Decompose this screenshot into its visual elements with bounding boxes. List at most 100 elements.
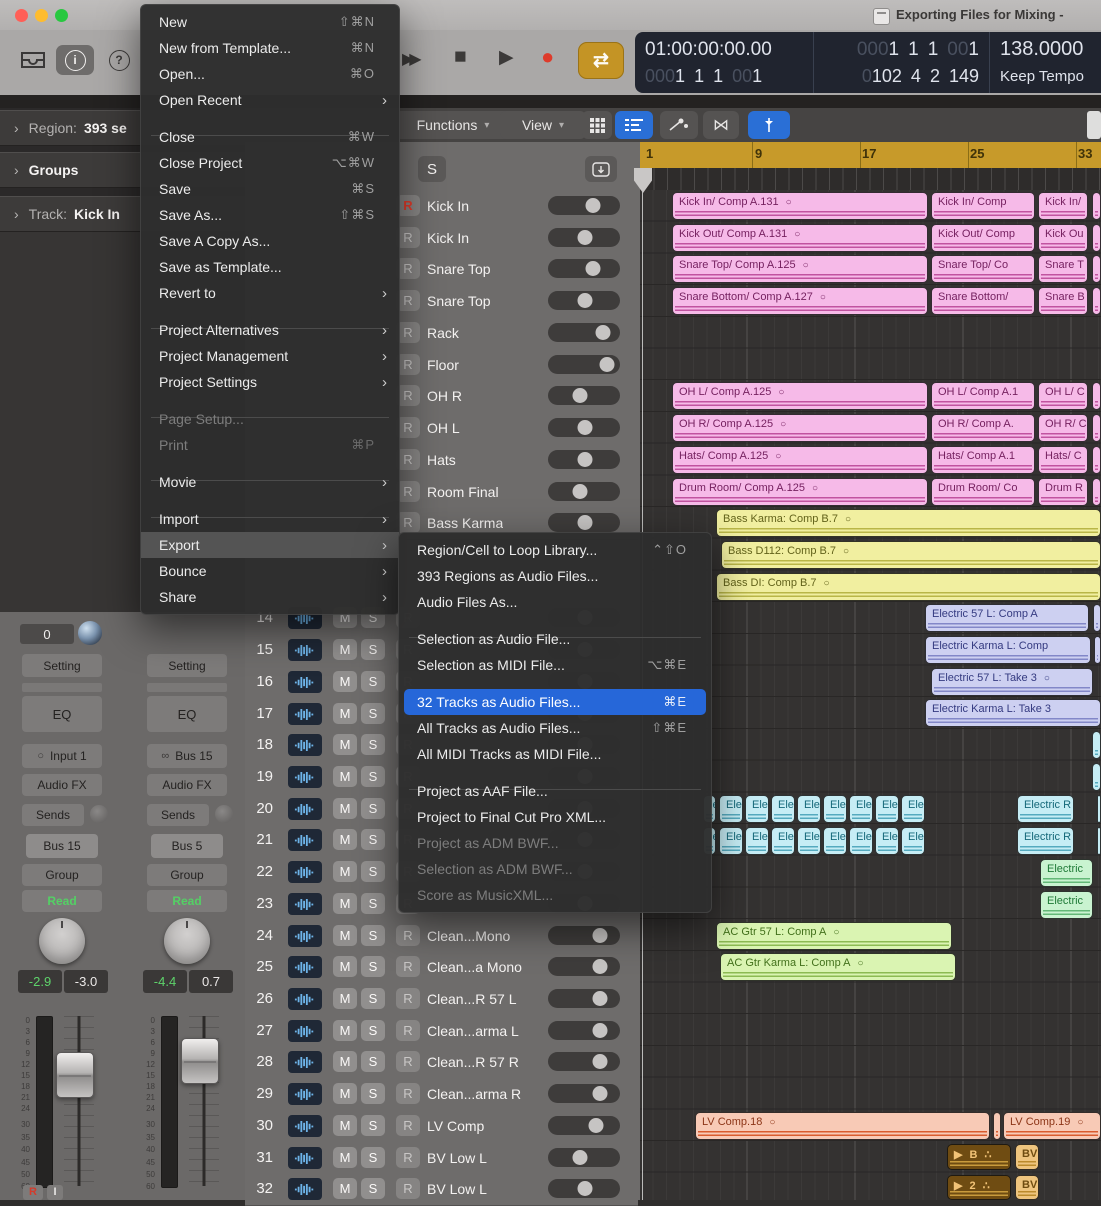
volume-slider[interactable]: [548, 291, 620, 310]
track-name[interactable]: Clean...R 57 R: [427, 1054, 519, 1070]
input-monitor-button[interactable]: I: [47, 1185, 63, 1200]
track-name[interactable]: Bass Karma: [427, 515, 503, 531]
slider-knob[interactable]: [585, 198, 600, 213]
record-enable-button[interactable]: R: [396, 1020, 420, 1041]
menu-item[interactable]: Export ›: [141, 532, 399, 558]
track-name[interactable]: BV Low L: [427, 1181, 487, 1197]
menu-item[interactable]: Share ›: [141, 584, 399, 610]
record-arm-button[interactable]: R: [23, 1185, 43, 1200]
menu-item[interactable]: Save A Copy As...: [141, 228, 399, 254]
slider-knob[interactable]: [578, 1181, 593, 1196]
pan-knob[interactable]: [39, 918, 85, 964]
menu-item[interactable]: Project as ADM BWF...: [399, 830, 711, 856]
track-row[interactable]: 29 M S R Clean...arma R: [245, 1078, 638, 1111]
menu-item[interactable]: [399, 615, 711, 626]
menu-item[interactable]: Region/Cell to Loop Library... ⌃⇧O: [399, 537, 711, 563]
mute-button[interactable]: M: [333, 639, 357, 660]
mute-button[interactable]: M: [333, 703, 357, 724]
menu-item[interactable]: Page Setup...: [141, 406, 399, 432]
track-row[interactable]: 28 M S R Clean...R 57 R: [245, 1046, 638, 1079]
menu-item[interactable]: 393 Regions as Audio Files...: [399, 563, 711, 589]
menu-item[interactable]: [141, 495, 399, 506]
slider-knob[interactable]: [578, 420, 593, 435]
slider-knob[interactable]: [573, 1150, 588, 1165]
track-name[interactable]: Snare Top: [427, 293, 491, 309]
menu-item[interactable]: Project as AAF File...: [399, 778, 711, 804]
menu-item[interactable]: Selection as MIDI File... ⌥⌘E: [399, 652, 711, 678]
solo-button[interactable]: S: [361, 829, 385, 850]
library-button[interactable]: [14, 45, 52, 75]
record-enable-button[interactable]: R: [396, 1083, 420, 1104]
output-bus-slot[interactable]: Bus 15: [26, 834, 98, 858]
eq-slot[interactable]: EQ: [147, 696, 227, 732]
track-name[interactable]: Snare Top: [427, 261, 491, 277]
volume-slider[interactable]: [548, 1084, 620, 1103]
track-name[interactable]: OH R: [427, 388, 462, 404]
menu-item[interactable]: All MIDI Tracks as MIDI File...: [399, 741, 711, 767]
audio-fx-slot[interactable]: Audio FX: [22, 774, 102, 796]
input-slot[interactable]: ∞ Bus 15: [147, 744, 227, 768]
record-enable-button[interactable]: R: [396, 1051, 420, 1072]
record-enable-button[interactable]: R: [396, 1147, 420, 1168]
gain-knob-icon[interactable]: [78, 621, 102, 645]
track-name[interactable]: OH L: [427, 420, 460, 436]
mute-button[interactable]: M: [333, 1083, 357, 1104]
volume-slider[interactable]: [548, 1116, 620, 1135]
minimize-window-button[interactable]: [35, 9, 48, 22]
menu-item[interactable]: Open... ⌘O: [141, 61, 399, 87]
slider-knob[interactable]: [600, 357, 615, 372]
automation-mode-button[interactable]: Read: [22, 890, 102, 912]
menu-item[interactable]: New ⇧⌘N: [141, 9, 399, 35]
input-slot[interactable]: ○ Input 1: [22, 744, 102, 768]
solo-button[interactable]: S: [361, 798, 385, 819]
slider-knob[interactable]: [588, 1118, 603, 1133]
solo-button[interactable]: S: [361, 893, 385, 914]
track-name[interactable]: Clean...R 57 L: [427, 991, 517, 1007]
lcd-smpte-position[interactable]: 01:00:00:00.00 000111001: [635, 32, 813, 93]
slider-knob[interactable]: [573, 388, 588, 403]
volume-slider[interactable]: [548, 1179, 620, 1198]
slider-knob[interactable]: [578, 515, 593, 530]
group-slot[interactable]: Group: [147, 864, 227, 886]
track-name[interactable]: Kick In: [427, 198, 469, 214]
menu-item[interactable]: Bounce ›: [141, 558, 399, 584]
solo-button[interactable]: S: [361, 703, 385, 724]
solo-button[interactable]: S: [361, 1020, 385, 1041]
solo-button[interactable]: S: [361, 639, 385, 660]
send-knob[interactable]: [90, 805, 108, 823]
lcd-tempo[interactable]: 138.0000 Keep Tempo: [989, 32, 1101, 93]
mute-button[interactable]: M: [333, 893, 357, 914]
pan-knob[interactable]: [164, 918, 210, 964]
menu-item[interactable]: Project Management ›: [141, 343, 399, 369]
volume-slider[interactable]: [548, 386, 620, 405]
menu-item[interactable]: Save as Template...: [141, 254, 399, 280]
zoom-window-button[interactable]: [55, 9, 68, 22]
lcd-locator[interactable]: 000111001 010242149: [813, 32, 989, 93]
track-name[interactable]: Kick In: [427, 230, 469, 246]
menu-item[interactable]: All Tracks as Audio Files... ⇧⌘E: [399, 715, 711, 741]
menu-item[interactable]: Close ⌘W: [141, 124, 399, 150]
mute-button[interactable]: M: [333, 988, 357, 1009]
close-window-button[interactable]: [15, 9, 28, 22]
track-name[interactable]: Clean...Mono: [427, 928, 510, 944]
volume-value[interactable]: 0.7: [189, 970, 233, 993]
solo-button[interactable]: S: [361, 1147, 385, 1168]
track-row[interactable]: 30 M S R LV Comp: [245, 1110, 638, 1143]
slider-knob[interactable]: [578, 293, 593, 308]
slider-knob[interactable]: [592, 1054, 607, 1069]
menu-item[interactable]: Selection as ADM BWF...: [399, 856, 711, 882]
mute-button[interactable]: M: [333, 734, 357, 755]
solo-button[interactable]: S: [361, 988, 385, 1009]
catch-playhead-button[interactable]: [748, 111, 790, 139]
track-row[interactable]: 31 M S R BV Low L: [245, 1142, 638, 1175]
volume-slider[interactable]: [548, 989, 620, 1008]
volume-slider[interactable]: [548, 1021, 620, 1040]
volume-slider[interactable]: [548, 1148, 620, 1167]
record-enable-button[interactable]: R: [396, 956, 420, 977]
mute-button[interactable]: M: [333, 1178, 357, 1199]
menu-item[interactable]: Open Recent ›: [141, 87, 399, 113]
track-name[interactable]: Clean...arma L: [427, 1023, 519, 1039]
mute-button[interactable]: M: [333, 1020, 357, 1041]
fader-track[interactable]: [64, 1016, 94, 1186]
mute-button[interactable]: M: [333, 766, 357, 787]
